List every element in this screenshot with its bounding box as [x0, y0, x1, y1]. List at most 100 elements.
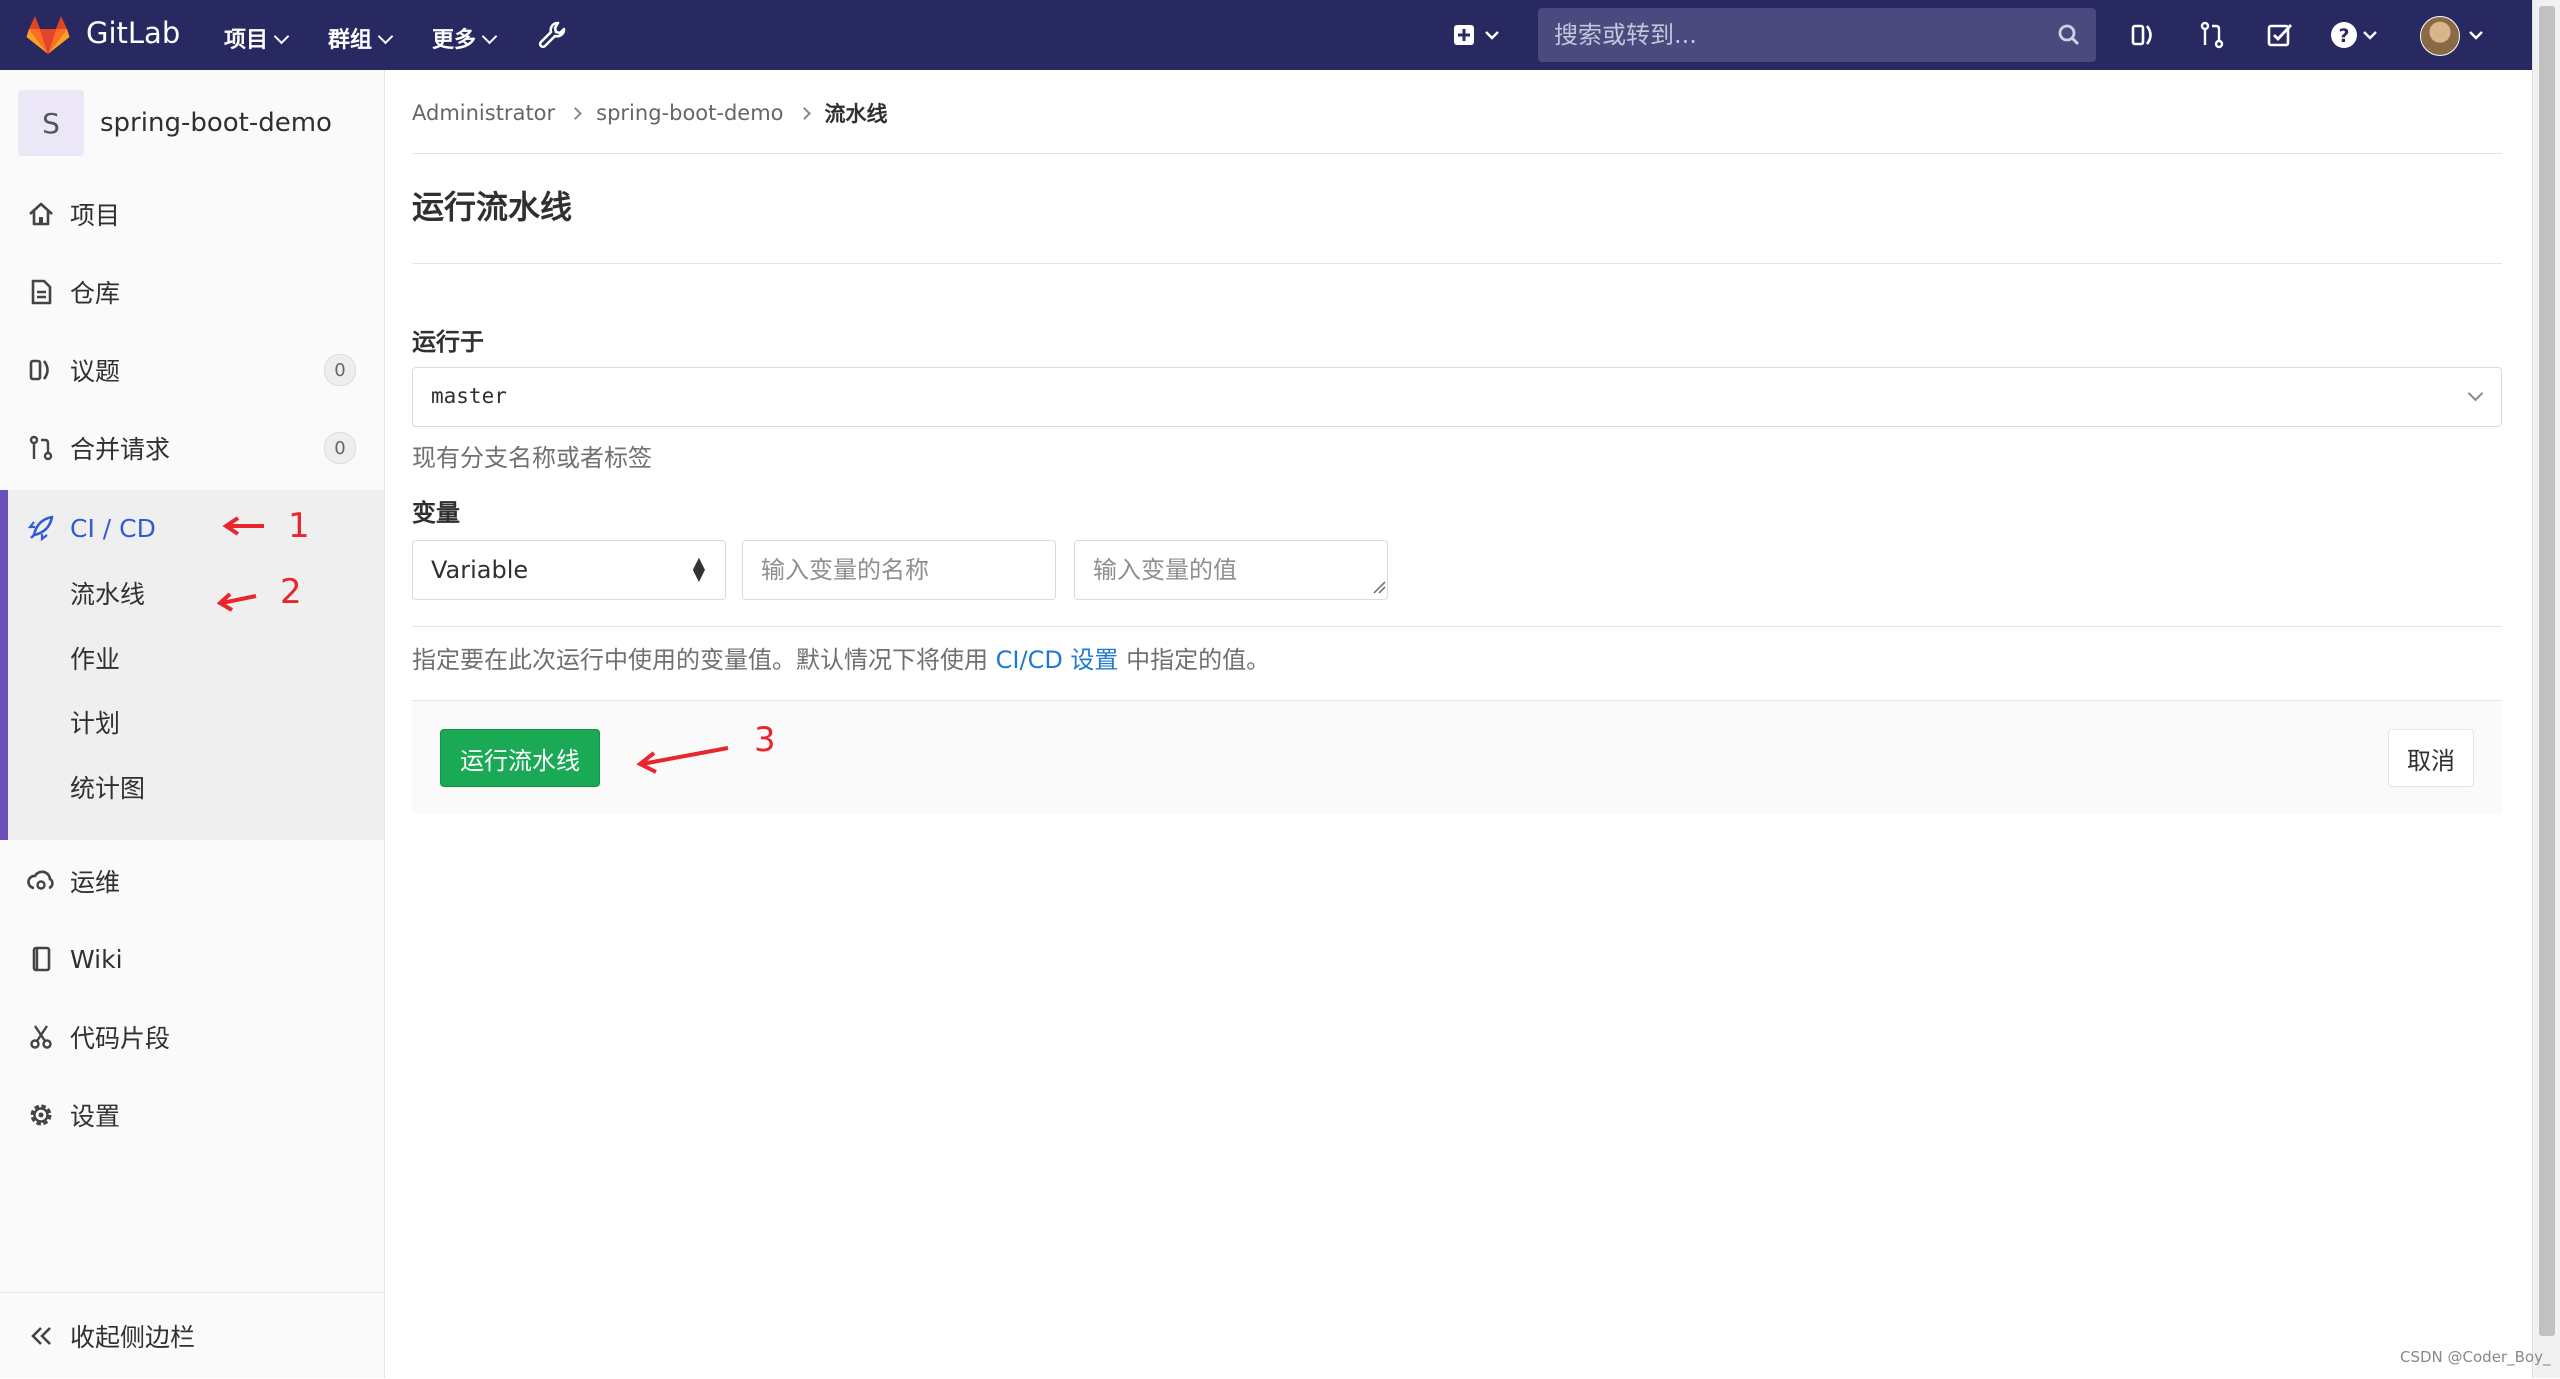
sidebar-item-label: 议题 — [70, 357, 121, 386]
chevron-down-icon[interactable] — [1482, 17, 1502, 53]
variable-key-input[interactable] — [742, 540, 1056, 600]
sidebar-item-repository[interactable]: 仓库 — [0, 264, 384, 320]
breadcrumb-item-admin[interactable]: Administrator — [412, 101, 555, 125]
chevron-down-icon[interactable] — [2466, 17, 2486, 53]
gitlab-logo-icon[interactable] — [26, 15, 70, 55]
settings-icon — [30, 1104, 52, 1126]
sidebar-item-settings[interactable]: 设置 — [0, 1087, 384, 1143]
sidebar-subitem-charts[interactable]: 统计图 — [70, 769, 145, 805]
divider — [412, 626, 2502, 627]
issues-icon — [29, 359, 49, 381]
double-chevron-left-icon — [31, 1327, 51, 1345]
todo-checklist-icon[interactable] — [2262, 17, 2298, 53]
sidebar-item-project[interactable]: 项目 — [0, 186, 384, 242]
sidebar-item-cicd[interactable]: CI / CD — [0, 500, 384, 556]
cancel-button[interactable]: 取消 — [2388, 729, 2474, 787]
page-scrollbar[interactable] — [2532, 0, 2560, 1378]
issues-count-badge: 0 — [324, 354, 356, 386]
chevron-down-icon — [2467, 385, 2484, 402]
sidebar-subitem-schedules[interactable]: 计划 — [70, 704, 120, 740]
new-plus-icon[interactable] — [1448, 17, 1484, 53]
variables-help-text: 指定要在此次运行中使用的变量值。默认情况下将使用 CI/CD 设置 中指定的值。 — [412, 640, 1270, 675]
project-name[interactable]: spring-boot-demo — [100, 108, 332, 138]
sidebar-item-label: 代码片段 — [70, 1024, 171, 1053]
divider — [412, 153, 2502, 154]
merge-request-icon[interactable] — [2194, 17, 2230, 53]
sidebar-item-issues[interactable]: 议题 0 — [0, 342, 384, 398]
sidebar-item-label: 设置 — [70, 1102, 121, 1131]
chevron-down-icon — [273, 28, 290, 45]
rocket-icon — [27, 515, 54, 542]
chevron-right-icon — [797, 106, 811, 120]
watermark: CSDN @Coder_Boy_ — [2400, 1348, 2551, 1366]
sidebar-subitem-jobs[interactable]: 作业 — [70, 640, 120, 676]
sidebar-item-label: 仓库 — [70, 279, 121, 308]
variable-type-value: Variable — [431, 556, 529, 584]
project-avatar[interactable]: S — [18, 90, 84, 156]
chevron-right-icon — [569, 106, 583, 120]
sidebar-item-operations[interactable]: 运维 — [0, 853, 384, 909]
sidebar-item-label: 合并请求 — [70, 435, 171, 464]
ref-select[interactable]: master — [412, 367, 2502, 427]
search-icon[interactable] — [2056, 22, 2082, 48]
cloud-gear-icon — [27, 870, 54, 890]
ref-select-value: master — [431, 384, 507, 408]
admin-wrench-icon[interactable] — [534, 17, 570, 53]
annotation-number-3: 3 — [754, 720, 776, 760]
chevron-down-icon — [481, 28, 498, 45]
sidebar-item-label: 运维 — [70, 868, 121, 897]
merge-requests-count-badge: 0 — [324, 432, 356, 464]
menu-groups-label: 群组 — [328, 28, 373, 53]
sidebar-item-label: Wiki — [70, 944, 123, 974]
document-icon — [31, 279, 52, 305]
issues-icon[interactable] — [2126, 17, 2162, 53]
brand-name[interactable]: GitLab — [86, 16, 180, 50]
user-avatar[interactable] — [2420, 16, 2460, 56]
help-icon[interactable]: ? — [2326, 17, 2362, 53]
search-box[interactable] — [1538, 8, 2096, 62]
collapse-sidebar-button[interactable]: 收起侧边栏 — [0, 1292, 384, 1379]
search-input[interactable] — [1538, 8, 2054, 62]
cicd-section: CI / CD 流水线 作业 计划 统计图 — [0, 490, 384, 840]
sidebar-item-merge-requests[interactable]: 合并请求 0 — [0, 420, 384, 476]
annotation-number-2: 2 — [280, 572, 302, 612]
menu-more-label: 更多 — [432, 28, 477, 53]
chevron-down-icon[interactable] — [2360, 17, 2380, 53]
cicd-settings-link[interactable]: CI/CD 设置 — [996, 646, 1119, 674]
divider — [412, 263, 2502, 264]
resize-grip-icon[interactable] — [1372, 580, 1386, 594]
collapse-sidebar-label: 收起侧边栏 — [70, 1323, 196, 1352]
sort-arrows-icon: ▲ ▼ — [692, 553, 705, 584]
chevron-down-icon — [377, 28, 394, 45]
menu-groups[interactable]: 群组 — [328, 22, 394, 54]
form-actions: 运行流水线 取消 — [412, 700, 2502, 813]
variable-type-select[interactable]: Variable ▲ ▼ — [412, 540, 726, 600]
merge-request-icon — [29, 435, 53, 461]
run-for-label: 运行于 — [412, 328, 484, 356]
breadcrumb-item-current[interactable]: 流水线 — [825, 98, 888, 128]
sidebar-item-label: 项目 — [70, 201, 121, 230]
variables-label: 变量 — [412, 499, 460, 527]
sidebar-item-wiki[interactable]: Wiki — [0, 931, 384, 987]
svg-text:?: ? — [2338, 25, 2349, 47]
sidebar: S spring-boot-demo 项目 仓库 议题 0 合并请求 0 CI … — [0, 70, 385, 1378]
scrollbar-thumb[interactable] — [2539, 6, 2555, 1336]
sidebar-item-label: CI / CD — [70, 513, 156, 543]
annotation-number-1: 1 — [288, 506, 310, 546]
ref-help-text: 现有分支名称或者标签 — [412, 444, 652, 472]
variables-help-suffix: 中指定的值。 — [1118, 646, 1271, 674]
sidebar-item-snippets[interactable]: 代码片段 — [0, 1009, 384, 1065]
top-navbar: GitLab 项目 群组 更多 ? — [0, 0, 2532, 70]
run-pipeline-button[interactable]: 运行流水线 — [440, 729, 600, 787]
sidebar-subitem-pipelines[interactable]: 流水线 — [70, 575, 145, 611]
project-header[interactable]: S spring-boot-demo — [18, 90, 332, 156]
variable-value-input[interactable] — [1074, 540, 1388, 600]
breadcrumb-item-project[interactable]: spring-boot-demo — [596, 101, 783, 125]
page-title: 运行流水线 — [412, 188, 573, 226]
breadcrumb: Administrator spring-boot-demo 流水线 — [412, 98, 888, 128]
menu-projects-label: 项目 — [224, 28, 269, 53]
menu-more[interactable]: 更多 — [432, 22, 498, 54]
variables-help-prefix: 指定要在此次运行中使用的变量值。默认情况下将使用 — [412, 646, 996, 674]
book-icon — [32, 946, 51, 972]
menu-projects[interactable]: 项目 — [224, 22, 290, 54]
